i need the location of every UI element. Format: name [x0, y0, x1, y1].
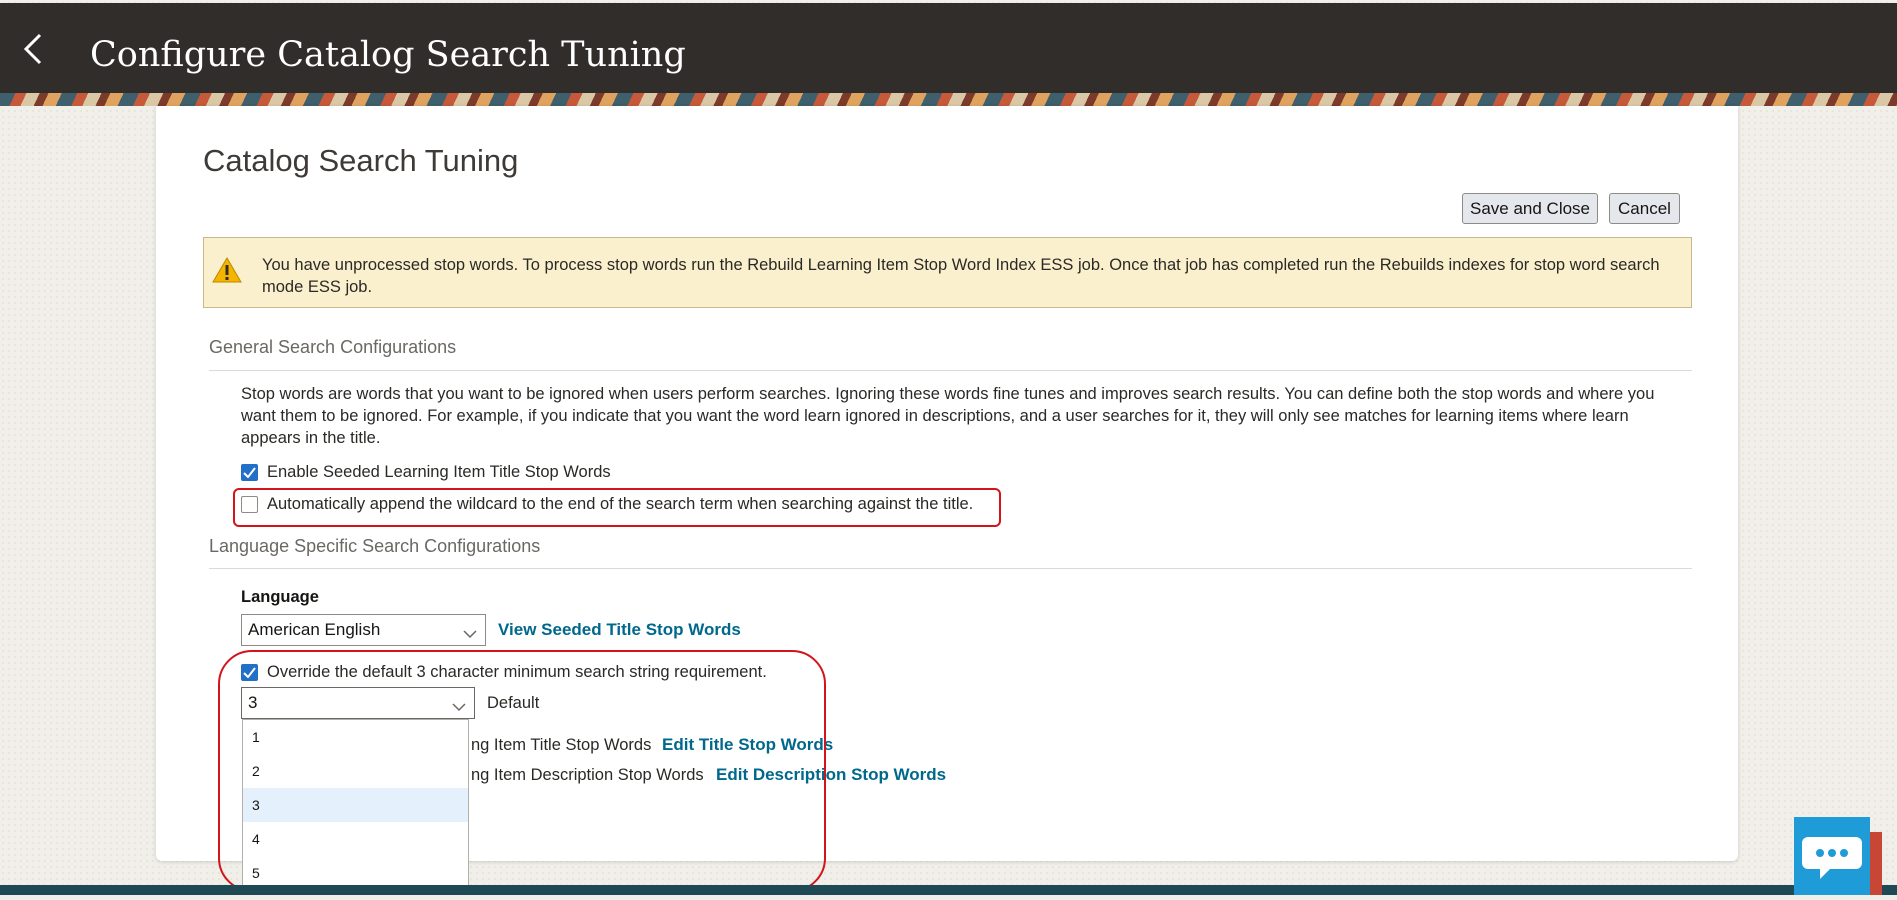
decorative-bottom-band: [0, 885, 1897, 895]
wildcard-row[interactable]: Automatically append the wildcard to the…: [241, 495, 973, 514]
annotation-highlight-override: [218, 650, 826, 892]
page-title: Catalog Search Tuning: [203, 143, 519, 178]
save-and-close-button[interactable]: Save and Close: [1462, 193, 1598, 224]
language-select[interactable]: American English: [241, 614, 486, 646]
warning-message: You have unprocessed stop words. To proc…: [203, 237, 1692, 308]
view-seeded-title-stop-words-link[interactable]: View Seeded Title Stop Words: [498, 620, 741, 640]
warning-text: You have unprocessed stop words. To proc…: [262, 256, 1660, 296]
chevron-down-icon: [463, 624, 477, 644]
warning-icon: [212, 256, 242, 289]
enable-seeded-checkbox[interactable]: [241, 464, 258, 481]
header-title: Configure Catalog Search Tuning: [90, 35, 686, 75]
language-label: Language: [241, 588, 319, 606]
page-header: Configure Catalog Search Tuning: [0, 3, 1897, 93]
back-icon[interactable]: [20, 31, 50, 67]
enable-seeded-label: Enable Seeded Learning Item Title Stop W…: [267, 463, 611, 481]
wildcard-checkbox[interactable]: [241, 496, 258, 513]
language-section-title: Language Specific Search Configurations: [209, 536, 541, 556]
stop-words-description: Stop words are words that you want to be…: [241, 385, 1655, 447]
language-value: American English: [248, 620, 381, 639]
section-divider: [209, 370, 1692, 371]
enable-seeded-stop-words-row[interactable]: Enable Seeded Learning Item Title Stop W…: [241, 463, 611, 482]
decorative-band: [0, 93, 1897, 106]
chat-button[interactable]: [1794, 817, 1870, 895]
cancel-button[interactable]: Cancel: [1609, 193, 1680, 224]
section-divider: [209, 568, 1692, 569]
wildcard-label: Automatically append the wildcard to the…: [267, 495, 974, 513]
chat-icon: [1802, 837, 1862, 879]
general-section-title: General Search Configurations: [209, 337, 457, 357]
chat-accent: [1870, 832, 1882, 895]
